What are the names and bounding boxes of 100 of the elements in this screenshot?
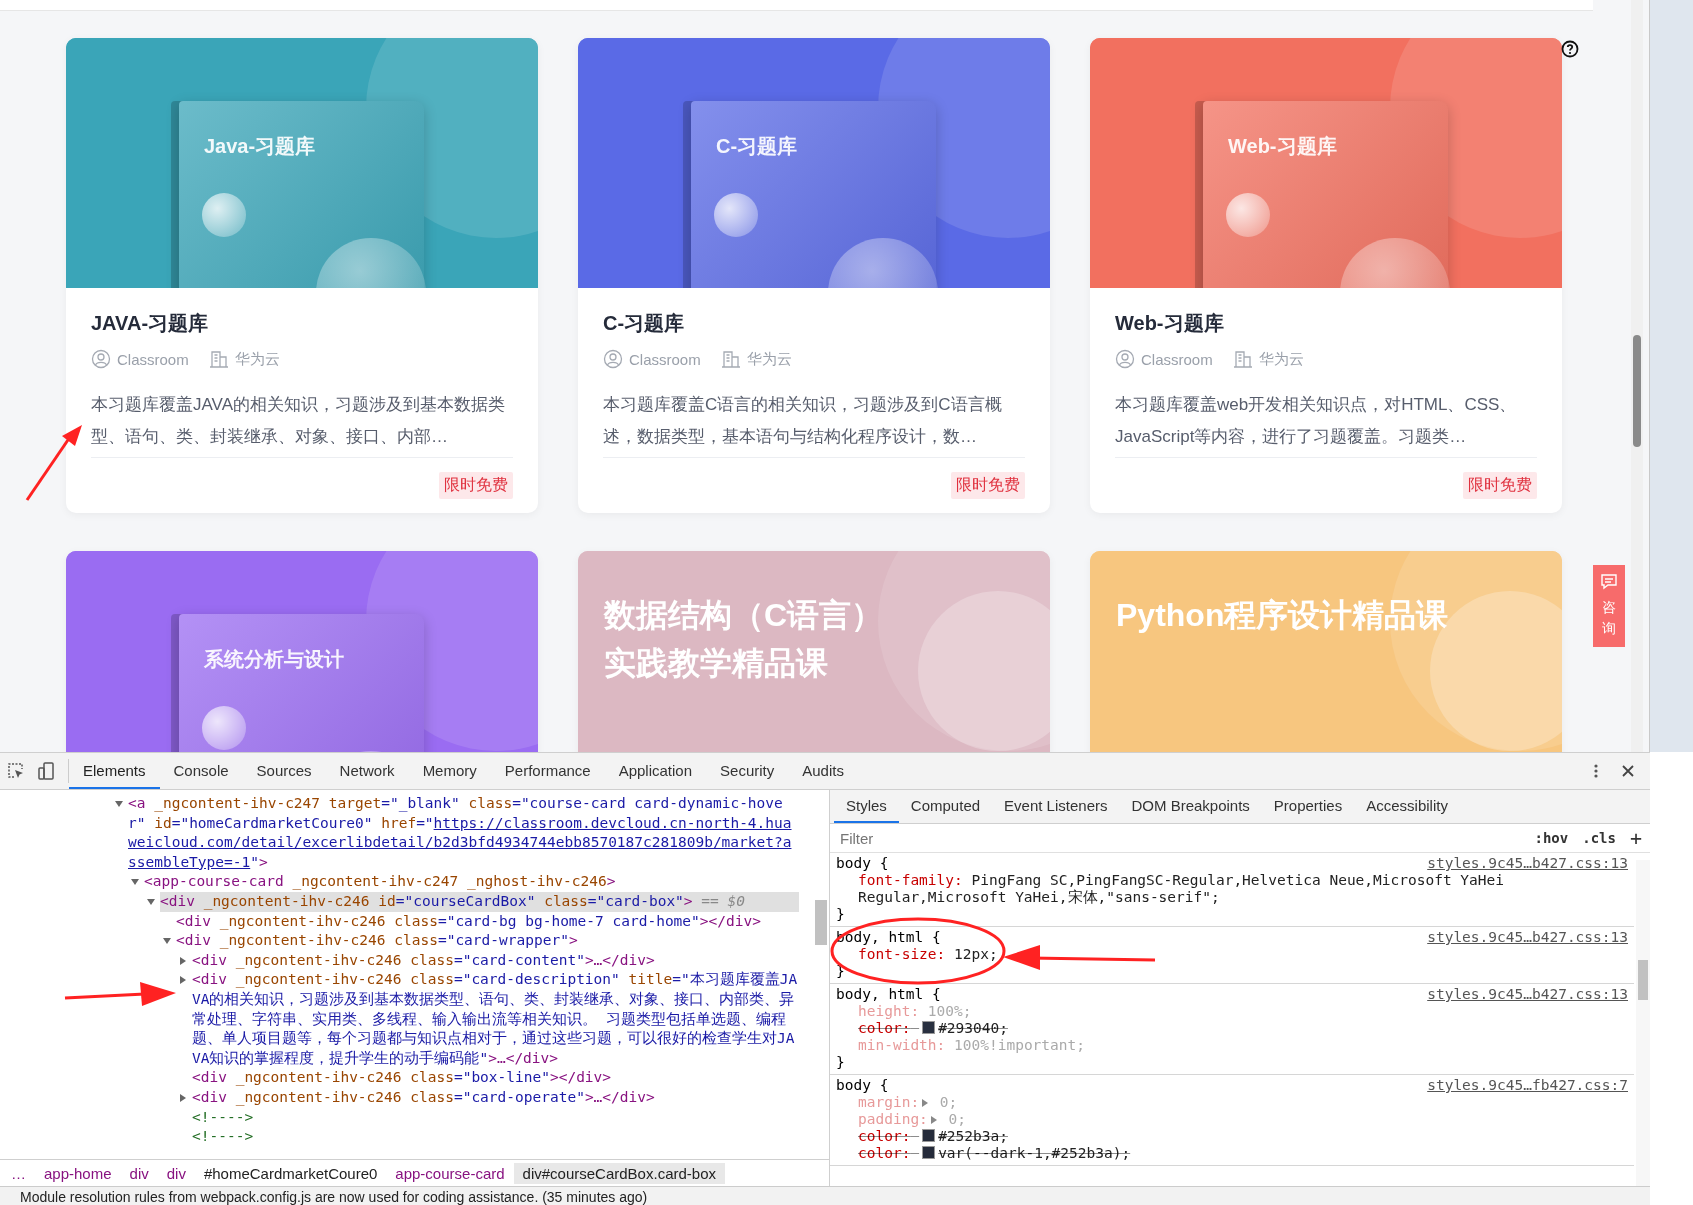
panel-tab[interactable]: Computed: [898, 790, 993, 823]
css-declaration: color: var(--dark-1,#252b3a);: [858, 1145, 1131, 1162]
help-icon[interactable]: [1561, 40, 1579, 58]
collapse-triangle-icon[interactable]: [146, 896, 156, 907]
source-link[interactable]: styles.9c45…b427.css:13: [1427, 986, 1628, 1003]
expand-triangle-icon[interactable]: [178, 1092, 188, 1103]
breadcrumb[interactable]: div: [157, 1162, 195, 1184]
dom-node[interactable]: <div _ngcontent-ihv-c246 class="card-content">…</div>: [192, 950, 799, 971]
organization-name: 华为云: [234, 349, 280, 369]
course-description: 本习题库覆盖JAVA的相关知识，习题涉及到基本数据类型、语句、类、封装继承、对象、接口、内部…: [91, 389, 513, 458]
css-selector: body, html {: [836, 986, 941, 1003]
user-icon: [1115, 349, 1135, 369]
device-icon[interactable]: [36, 761, 56, 781]
panel-tab[interactable]: Accessibility: [1354, 790, 1460, 823]
building-icon: [208, 349, 229, 369]
devtools-tab[interactable]: Audits: [788, 753, 858, 789]
free-badge: 限时免费: [1463, 472, 1537, 499]
page-scrollbar[interactable]: [1631, 0, 1643, 752]
css-declaration: font-family: PingFang SC,PingFangSC-Regular,Helvetica Neue,Microsoft YaHei Regular,Microsoft YaHei,宋体,"sans-serif";: [858, 872, 1505, 906]
sphere-decoration: [202, 706, 246, 750]
organization-name: 华为云: [1258, 349, 1304, 369]
color-swatch[interactable]: [922, 1129, 936, 1142]
devtools-tab[interactable]: Network: [325, 753, 409, 789]
devtools-tab[interactable]: Application: [604, 753, 707, 789]
color-swatch[interactable]: [922, 1146, 936, 1159]
collapse-triangle-icon[interactable]: [114, 799, 124, 809]
new-rule-button[interactable]: +: [1629, 826, 1642, 850]
color-swatch[interactable]: [922, 1021, 936, 1034]
status-message: Module resolution rules from webpack.config.js are now used for coding assistance. (35 minutes ago): [0, 1186, 1650, 1205]
dom-node[interactable]: <div _ngcontent-ihv-c246 class="card-description" title="本习题库覆盖JAVA的相关知识，习题涉及到基本数据类型、语句、类、封装继承、对象、接口、内部类、异常处理、字符串、实用类、多线程、输入输出流等相关知识。 习题类型包括单选题、编程题、单人项目题等，每个习题都与知识点相对于，通过这些习题，可以很好的检查学生对JAVA知识的掌握程度，提升学生的动手编码能">…</div>: [192, 970, 799, 1069]
devtools-tab[interactable]: Security: [706, 753, 789, 789]
author-name: Classroom: [117, 350, 189, 368]
hover-state-button[interactable]: :hov: [1534, 830, 1569, 846]
dom-node[interactable]: <!---->: [192, 1107, 799, 1128]
breadcrumb[interactable]: app-course-card: [386, 1162, 514, 1184]
panel-tab[interactable]: Event Listeners: [992, 790, 1120, 823]
course-title: Web-习题库: [1115, 311, 1225, 336]
cover-title: 系统分析与设计: [204, 647, 344, 672]
author-name: Classroom: [629, 350, 701, 368]
source-link[interactable]: styles.9c45…b427.css:13: [1427, 929, 1628, 946]
scrollbar[interactable]: [1636, 860, 1650, 1186]
css-selector: body {: [836, 855, 889, 872]
panel-tab[interactable]: Properties: [1261, 790, 1355, 823]
dom-node[interactable]: <!---->: [192, 1127, 799, 1147]
sphere-decoration: [202, 193, 246, 237]
course-card[interactable]: Java-习题库 JAVA-习题库 Classroom 华为云 本习题库覆盖JAVA的相关知识，习题涉及到基本数据类型、语句、类、封装继承、对象、接口、内部… 限时免费: [66, 38, 538, 513]
devtools-tab[interactable]: Memory: [408, 753, 491, 789]
css-declaration: font-size: 12px;: [858, 946, 998, 963]
panel-tab[interactable]: DOM Breakpoints: [1119, 790, 1262, 823]
rule-close: }: [836, 906, 846, 923]
breadcrumb[interactable]: …: [2, 1162, 35, 1184]
source-link[interactable]: styles.9c45…b427.css:13: [1427, 855, 1628, 872]
expand-triangle-icon[interactable]: [929, 1116, 938, 1124]
class-button[interactable]: .cls: [1582, 830, 1616, 846]
devtools-tab[interactable]: Sources: [242, 753, 326, 789]
dom-node[interactable]: <a _ngcontent-ihv-c247 target="_blank" class="course-card card-dynamic-hover" id="homeCardmarketCoure0" href="https://classroom.devcloud.cn-north-4.huaweicloud.com/detail/excerlibdetail/b2d3bfd4934744ebb8570187c281809b/market?assembleType=-1">: [128, 794, 799, 873]
dom-node[interactable]: <app-course-card _ngcontent-ihv-c247 _nghost-ihv-c246>: [144, 872, 799, 892]
course-card[interactable]: Web-习题库 Web-习题库 Classroom 华为云 本习题库覆盖web开发相关知识点，对HTML、CSS、JavaScript等内容，进行了习题覆盖。习题类… 限时免费: [1090, 38, 1562, 513]
chat-icon: [1600, 573, 1618, 591]
expand-triangle-icon[interactable]: [178, 975, 188, 986]
user-icon: [91, 349, 111, 369]
building-icon: [720, 349, 741, 369]
css-declaration: margin: 0;: [858, 1094, 958, 1111]
devtools-tab[interactable]: Console: [159, 753, 243, 789]
devtools-tab[interactable]: Elements: [69, 753, 160, 789]
close-icon[interactable]: [1620, 763, 1636, 779]
cover-title: 实践教学精品课: [604, 644, 829, 683]
dom-node[interactable]: <div _ngcontent-ihv-c246 class="card-operate">…</div>: [192, 1087, 799, 1108]
sphere-decoration: [714, 193, 758, 237]
course-title: C-习题库: [603, 311, 686, 336]
author-name: Classroom: [1141, 350, 1213, 368]
css-declaration: padding: 0;: [858, 1111, 967, 1128]
free-badge: 限时免费: [439, 472, 513, 499]
course-card[interactable]: C-习题库 C-习题库 Classroom 华为云 本习题库覆盖C语言的相关知识，习题涉及到C语言概述，数据类型，基本语句与结构化程序设计，数… 限时免费: [578, 38, 1050, 513]
dom-node[interactable]: <div _ngcontent-ihv-c246 class="box-line"></div>: [192, 1068, 799, 1088]
expand-triangle-icon[interactable]: [178, 955, 188, 966]
breadcrumb[interactable]: div: [120, 1162, 158, 1184]
css-declaration: height: 100%;: [858, 1003, 972, 1020]
dom-node[interactable]: <div _ngcontent-ihv-c246 class="card-bg bg-home-7 card-home"></div>: [176, 911, 799, 932]
inspect-icon[interactable]: [6, 761, 26, 781]
sphere-decoration: [1226, 193, 1270, 237]
breadcrumb[interactable]: div#courseCardBox.card-box: [513, 1162, 725, 1184]
css-declaration: color: #252b3a;: [858, 1128, 1008, 1145]
rule-close: }: [836, 963, 846, 980]
css-selector: body {: [836, 1077, 889, 1094]
course-title: JAVA-习题库: [91, 311, 210, 336]
breadcrumb[interactable]: #homeCardmarketCoure0: [194, 1162, 387, 1184]
css-declaration: color: #293040;: [858, 1020, 1008, 1037]
cover-title: Python程序设计精品课: [1116, 596, 1449, 635]
devtools-tab[interactable]: Performance: [490, 753, 605, 789]
source-link[interactable]: styles.9c45…fb427.css:7: [1427, 1077, 1628, 1094]
css-declaration: min-width: 100%!important;: [858, 1037, 1085, 1054]
cover-title: Java-习题库: [204, 134, 316, 159]
breadcrumb[interactable]: app-home: [35, 1162, 121, 1184]
course-description: 本习题库覆盖web开发相关知识点，对HTML、CSS、JavaScript等内容，进行了习题覆盖。习题类…: [1115, 389, 1537, 458]
course-description: 本习题库覆盖C语言的相关知识，习题涉及到C语言概述，数据类型，基本语句与结构化程序设计，数…: [603, 389, 1025, 458]
rule-close: }: [836, 1054, 846, 1071]
expand-triangle-icon[interactable]: [921, 1099, 930, 1107]
dom-node[interactable]: <div _ngcontent-ihv-c246 class="card-wrapper">: [176, 931, 799, 951]
organization-name: 华为云: [746, 349, 792, 369]
